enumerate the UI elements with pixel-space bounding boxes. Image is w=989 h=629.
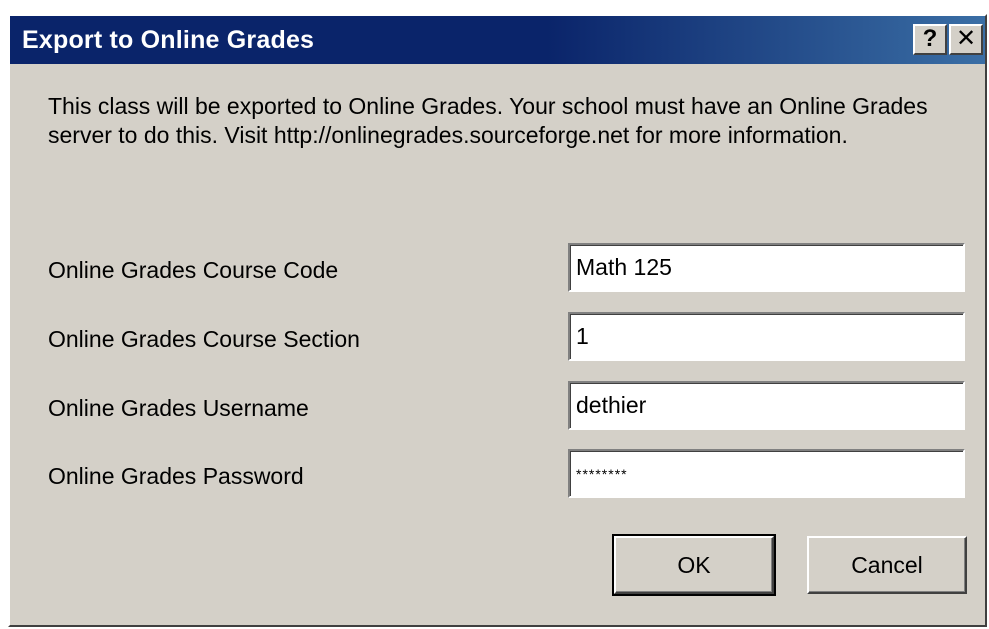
dialog-title: Export to Online Grades [22, 26, 315, 54]
title-bar[interactable]: Export to Online Grades ? ✕ [10, 16, 985, 64]
ok-button[interactable]: OK [612, 534, 776, 596]
help-button[interactable]: ? [913, 24, 947, 55]
close-button[interactable]: ✕ [949, 24, 983, 55]
export-dialog: Export to Online Grades ? ✕ This class w… [8, 14, 987, 627]
cancel-button[interactable]: Cancel [807, 536, 967, 594]
password-input[interactable] [568, 449, 965, 498]
course-section-label: Online Grades Course Section [48, 326, 360, 352]
close-icon: ✕ [955, 25, 977, 52]
course-code-label: Online Grades Course Code [48, 257, 339, 283]
course-code-input[interactable] [568, 243, 965, 292]
username-input[interactable] [568, 381, 965, 430]
course-section-input[interactable] [568, 312, 965, 361]
password-label: Online Grades Password [48, 463, 304, 489]
description-text: This class will be exported to Online Gr… [48, 93, 928, 148]
question-mark-icon: ? [922, 25, 938, 52]
username-label: Online Grades Username [48, 395, 309, 421]
